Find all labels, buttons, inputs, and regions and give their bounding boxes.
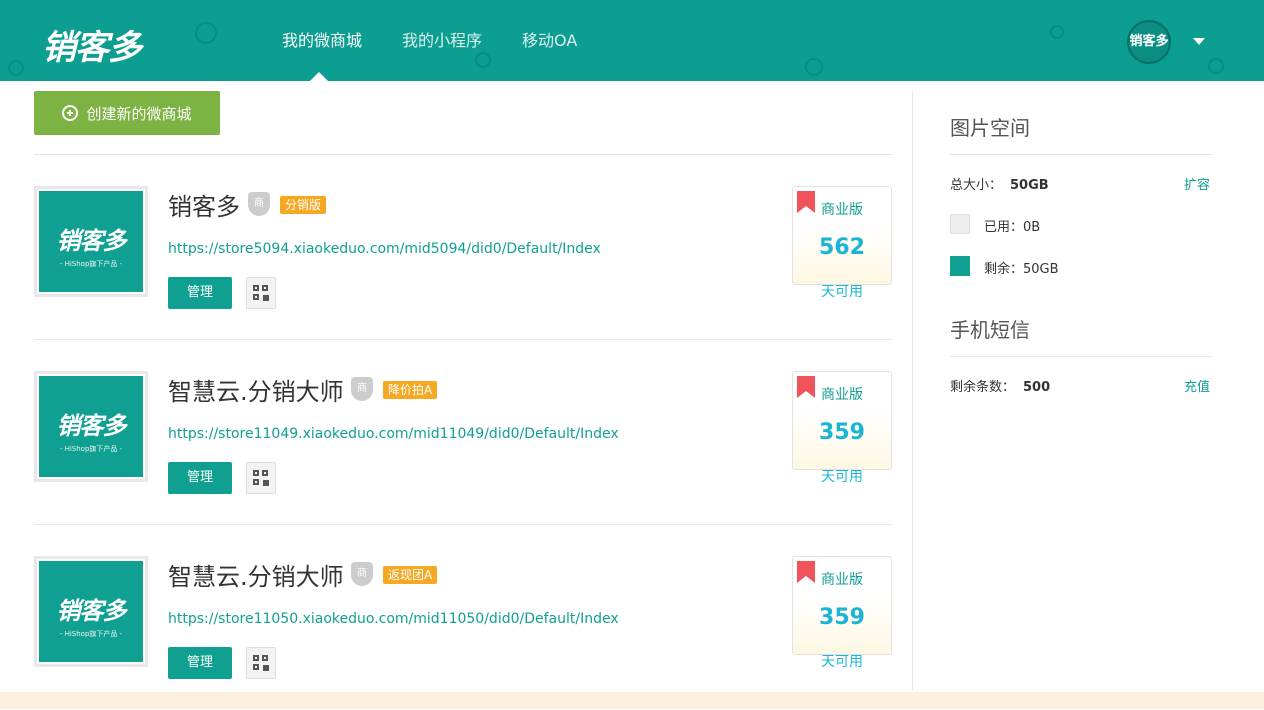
- shield-badge-icon: 商: [351, 377, 373, 401]
- manage-button[interactable]: 管理: [168, 277, 232, 309]
- total-value: 50GB: [1010, 178, 1049, 193]
- bookmark-icon: [797, 376, 815, 398]
- main-nav: 我的微商城 我的小程序 移动OA: [282, 0, 617, 81]
- store-url-link[interactable]: https://store11050.xiaokeduo.com/mid1105…: [168, 611, 619, 627]
- create-shop-button[interactable]: 创建新的微商城: [34, 91, 220, 135]
- expand-storage-link[interactable]: 扩容: [1184, 174, 1210, 193]
- total-label: 总大小：: [950, 178, 1003, 193]
- nav-tab-weishop[interactable]: 我的微商城: [282, 0, 362, 81]
- shield-badge-icon: 商: [351, 562, 373, 586]
- store-name: 智慧云.分销大师: [168, 378, 344, 406]
- days-available-label: 天可用: [821, 654, 863, 670]
- thumbnail-logo-text: 销客多: [56, 412, 127, 440]
- thumbnail-subtitle: - HiShop旗下产品 -: [59, 445, 123, 453]
- edition-name: 商业版: [821, 387, 863, 403]
- sms-remaining: 剩余条数： 500: [950, 376, 1050, 395]
- plus-circle-icon: [62, 105, 79, 121]
- store-type-tag: 分销版: [280, 196, 327, 214]
- edition-name: 商业版: [821, 202, 863, 218]
- edition-card: 商业版 359: [792, 371, 892, 470]
- used-color-swatch: [950, 214, 970, 234]
- thumbnail-subtitle: - HiShop旗下产品 -: [59, 260, 123, 268]
- edition-name: 商业版: [821, 572, 863, 588]
- sidebar-divider: [912, 91, 913, 691]
- days-remaining: 562: [819, 235, 865, 260]
- header-decoration: [1208, 58, 1224, 74]
- sms-remaining-value: 500: [1023, 380, 1051, 395]
- thumbnail-subtitle: - HiShop旗下产品 -: [59, 630, 123, 638]
- image-space-total: 总大小： 50GB: [950, 174, 1049, 193]
- chevron-down-icon[interactable]: [1193, 38, 1205, 45]
- shield-badge-icon: 商: [248, 192, 270, 216]
- qrcode-icon: [253, 285, 259, 291]
- store-card: 销客多 - HiShop旗下产品 - 智慧云.分销大师 商 降价拍A https…: [34, 340, 892, 525]
- qrcode-icon: [253, 470, 259, 476]
- remaining-label: 剩余：50GB: [984, 262, 1059, 277]
- header-decoration: [1050, 25, 1064, 39]
- qrcode-icon: [253, 655, 259, 661]
- store-type-tag: 返现团A: [383, 566, 438, 584]
- recharge-link[interactable]: 充值: [1184, 376, 1210, 395]
- store-card: 销客多 - HiShop旗下产品 - 智慧云.分销大师 商 返现团A https…: [34, 525, 892, 710]
- store-thumbnail[interactable]: 销客多 - HiShop旗下产品 -: [34, 186, 148, 297]
- brand-logo[interactable]: 销客多: [42, 20, 142, 69]
- edition-card: 商业版 359: [792, 556, 892, 655]
- nav-tab-miniprogram[interactable]: 我的小程序: [402, 0, 482, 81]
- days-remaining: 359: [819, 605, 865, 630]
- days-available-label: 天可用: [821, 469, 863, 485]
- bookmark-icon: [797, 561, 815, 583]
- used-label: 已用：0B: [984, 220, 1041, 235]
- user-avatar[interactable]: 销客多: [1127, 20, 1171, 64]
- divider: [950, 154, 1212, 155]
- store-type-tag: 降价拍A: [383, 381, 438, 399]
- create-shop-label: 创建新的微商城: [86, 104, 192, 123]
- divider: [950, 356, 1212, 357]
- store-thumbnail[interactable]: 销客多 - HiShop旗下产品 -: [34, 371, 148, 482]
- header-decoration: [195, 22, 217, 44]
- image-space-title: 图片空间: [950, 116, 1030, 140]
- sms-remaining-label: 剩余条数：: [950, 380, 1016, 395]
- store-name: 智慧云.分销大师: [168, 563, 344, 591]
- store-url-link[interactable]: https://store11049.xiaokeduo.com/mid1104…: [168, 426, 619, 442]
- header-decoration: [805, 58, 823, 76]
- store-thumbnail[interactable]: 销客多 - HiShop旗下产品 -: [34, 556, 148, 667]
- footer-strip: [0, 692, 1264, 709]
- nav-tab-mobile-oa[interactable]: 移动OA: [522, 0, 577, 81]
- days-remaining: 359: [819, 420, 865, 445]
- store-card: 销客多 - HiShop旗下产品 - 销客多 商 分销版 https://sto…: [34, 155, 892, 340]
- days-available-label: 天可用: [821, 284, 863, 300]
- header-decoration: [8, 60, 24, 76]
- remaining-color-swatch: [950, 256, 970, 276]
- manage-button[interactable]: 管理: [168, 647, 232, 679]
- qrcode-button[interactable]: [246, 277, 276, 309]
- top-header: 销客多 我的微商城 我的小程序 移动OA 销客多: [0, 0, 1264, 81]
- sms-title: 手机短信: [950, 318, 1030, 342]
- edition-card: 商业版 562: [792, 186, 892, 285]
- store-name: 销客多: [168, 193, 240, 221]
- bookmark-icon: [797, 191, 815, 213]
- qrcode-button[interactable]: [246, 647, 276, 679]
- thumbnail-logo-text: 销客多: [56, 597, 127, 625]
- store-url-link[interactable]: https://store5094.xiaokeduo.com/mid5094/…: [168, 241, 601, 257]
- thumbnail-logo-text: 销客多: [56, 227, 127, 255]
- qrcode-button[interactable]: [246, 462, 276, 494]
- manage-button[interactable]: 管理: [168, 462, 232, 494]
